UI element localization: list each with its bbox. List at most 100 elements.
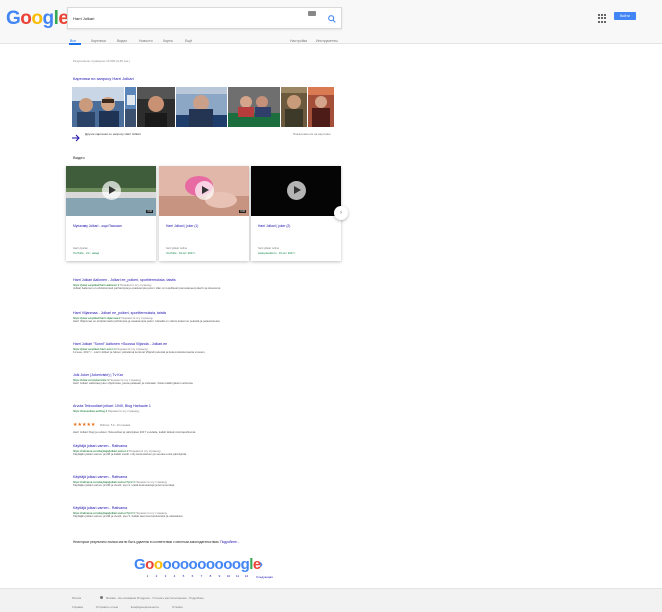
tab-more[interactable]: Ещё [185, 39, 192, 43]
play-icon[interactable] [102, 181, 121, 200]
search-box[interactable] [67, 7, 342, 29]
tab-images[interactable]: Картинки [91, 39, 106, 43]
videos-next-button[interactable]: › [334, 206, 348, 220]
result-snippet: Harri Viljanmaa on ehdottomasti parhaimp… [73, 319, 221, 323]
page-number-link[interactable]: 7 [197, 574, 206, 578]
apps-grid-icon[interactable] [598, 14, 607, 23]
pagination-numbers: 1 2 3 4 5 6 7 8 9 10 11 12 [143, 574, 251, 578]
image-thumb[interactable] [228, 87, 280, 127]
location-dot-icon [100, 596, 103, 599]
search-result: Käyttäjä jolkari-varnen - Rattvama https… [73, 475, 313, 488]
keyboard-icon[interactable] [308, 11, 316, 16]
more-images-link[interactable]: Другие картинки по запросу Harri Jolkari [85, 132, 141, 136]
image-thumb[interactable] [72, 87, 124, 127]
pagination-logo: Gooooooooooogle [134, 556, 261, 573]
page-number-link[interactable]: 9 [215, 574, 224, 578]
page-number-link[interactable]: 11 [233, 574, 242, 578]
page-number-link[interactable]: 10 [224, 574, 233, 578]
video-meta: www.peredel.ru · 16 окт. 2017 г. [258, 252, 296, 255]
videos-section-title: Видео [73, 155, 85, 160]
video-thumbnail[interactable]: 3:00 [159, 166, 249, 216]
pager-letter: o [162, 556, 172, 573]
removed-notice-text: Некоторые результаты поиска могли быть у… [73, 540, 220, 544]
tab-videos[interactable]: Видео [117, 39, 127, 43]
footer-links: Справка Отправить отзыв Конфиденциальнос… [72, 605, 195, 609]
tab-maps[interactable]: Карты [163, 39, 173, 43]
video-thumbnail[interactable] [251, 166, 341, 216]
signin-button[interactable]: Войти [614, 12, 636, 20]
footer-location[interactable]: Москва - На основании IP-адреса - Уточни… [106, 596, 204, 600]
image-thumb[interactable] [176, 87, 227, 127]
rating-row: ★★★★★ Рейтинг: 5,0 - 10 отзывов [73, 413, 313, 431]
result-snippet: Käyttäjän jolkari-varnen profiili ja vie… [73, 483, 175, 487]
video-source: harri jolkari online [166, 247, 188, 250]
logo-letter: o [20, 8, 32, 29]
logo-letter: G [6, 8, 21, 29]
tab-tools[interactable]: Инструменты [316, 39, 338, 43]
video-card[interactable]: 4:00 Мунахаву Jolkari - ощи Пассаан Harr… [66, 166, 156, 261]
next-page-link[interactable]: Следующая [256, 575, 273, 579]
video-title[interactable]: Harri Jolkari | joker (2) [258, 224, 336, 228]
pager-letter: o [153, 556, 163, 573]
footer-link-privacy[interactable]: Конфиденциальность [131, 605, 159, 609]
image-thumb[interactable] [125, 87, 136, 127]
video-card[interactable]: Harri Jolkari | joker (2) harri jolkari … [251, 166, 341, 261]
logo-letter: g [42, 8, 55, 29]
image-thumb[interactable] [308, 87, 334, 127]
page-number-link[interactable]: 5 [179, 574, 188, 578]
footer-link-feedback[interactable]: Отправить отзыв [96, 605, 118, 609]
chevron-right-icon[interactable]: › [259, 557, 263, 571]
images-feedback-link[interactable]: Пожаловаться на картинки [293, 132, 330, 136]
chevron-right-icon: › [340, 210, 342, 216]
image-thumb[interactable] [281, 87, 307, 127]
page-number-link[interactable]: 12 [242, 574, 251, 578]
removed-results-notice: Некоторые результаты поиска могли быть у… [73, 540, 239, 544]
footer: Россия Москва - На основании IP-адреса -… [0, 588, 662, 612]
page-number-link[interactable]: 6 [188, 574, 197, 578]
footer-link-help[interactable]: Справка [72, 605, 83, 609]
search-icon [328, 14, 336, 23]
search-button[interactable] [323, 10, 341, 27]
search-result: Käyttäjä jolkari-varnen - Rattvama https… [73, 444, 313, 457]
page-number-link[interactable]: 2 [152, 574, 161, 578]
arrow-right-icon[interactable] [72, 129, 81, 147]
video-card[interactable]: 3:00 Harri Jolkari | joker (1) harri jol… [159, 166, 249, 261]
pager-letter: o [223, 556, 232, 573]
page-number-link[interactable]: 3 [161, 574, 170, 578]
page-number-link[interactable]: 1 [143, 574, 152, 578]
tab-news[interactable]: Новости [139, 39, 153, 43]
play-icon[interactable] [195, 181, 214, 200]
pager-letter: o [205, 556, 215, 573]
pager-letter: o [145, 556, 154, 573]
footer-link-terms[interactable]: Условия [172, 605, 183, 609]
result-stats: Результатов: примерно 10 500 (0,46 сек.) [73, 59, 131, 63]
play-icon[interactable] [287, 181, 306, 200]
tab-settings[interactable]: Настройки [290, 39, 307, 43]
pager-letter: o [214, 556, 224, 573]
video-duration: 3:00 [239, 210, 246, 213]
search-result: Käyttäjä jolkari-varnen - Rattvama https… [73, 506, 313, 519]
removed-notice-link[interactable]: Подробнее... [220, 540, 239, 544]
page-number-link[interactable]: 8 [206, 574, 215, 578]
search-input[interactable] [73, 12, 303, 25]
search-result: Harri Viljanmaa - Jolkari ee_poikeri, sp… [73, 311, 313, 324]
search-result: Harri Jolkari Aalionen - Jolkari ee_poik… [73, 278, 313, 291]
pager-letter: G [134, 556, 146, 573]
rating-stars: ★★★★★ [73, 422, 96, 428]
result-snippet: Käyttäjän jolkari-varnen profiili ja kai… [73, 452, 187, 456]
images-section-title[interactable]: Картинки по запросу Harri Jolkari [73, 76, 134, 81]
result-snippet: Käyttäjän jolkari-varnen profiili ja vie… [73, 514, 184, 518]
search-tabs: Все Картинки Видео Новости Карты Ещё Нас… [0, 36, 662, 45]
result-snippet: Harri Jolkari blogi ja uutiset. Teleuudi… [73, 430, 197, 434]
video-title[interactable]: Harri Jolkari | joker (1) [166, 224, 244, 228]
page-number-link[interactable]: 4 [170, 574, 179, 578]
result-snippet: Jolkari Aalionen on ehdottomasti parhaim… [73, 286, 222, 290]
video-source: Harri Ayaran [73, 247, 88, 250]
video-title[interactable]: Мунахаву Jolkari - ощи Пассаан [73, 224, 151, 228]
video-duration: 4:00 [146, 210, 153, 213]
active-tab-indicator [69, 43, 81, 45]
video-thumbnail[interactable]: 4:00 [66, 166, 156, 216]
image-thumb[interactable] [137, 87, 175, 127]
google-logo[interactable]: Google [6, 8, 69, 30]
pager-letter: o [188, 556, 198, 573]
